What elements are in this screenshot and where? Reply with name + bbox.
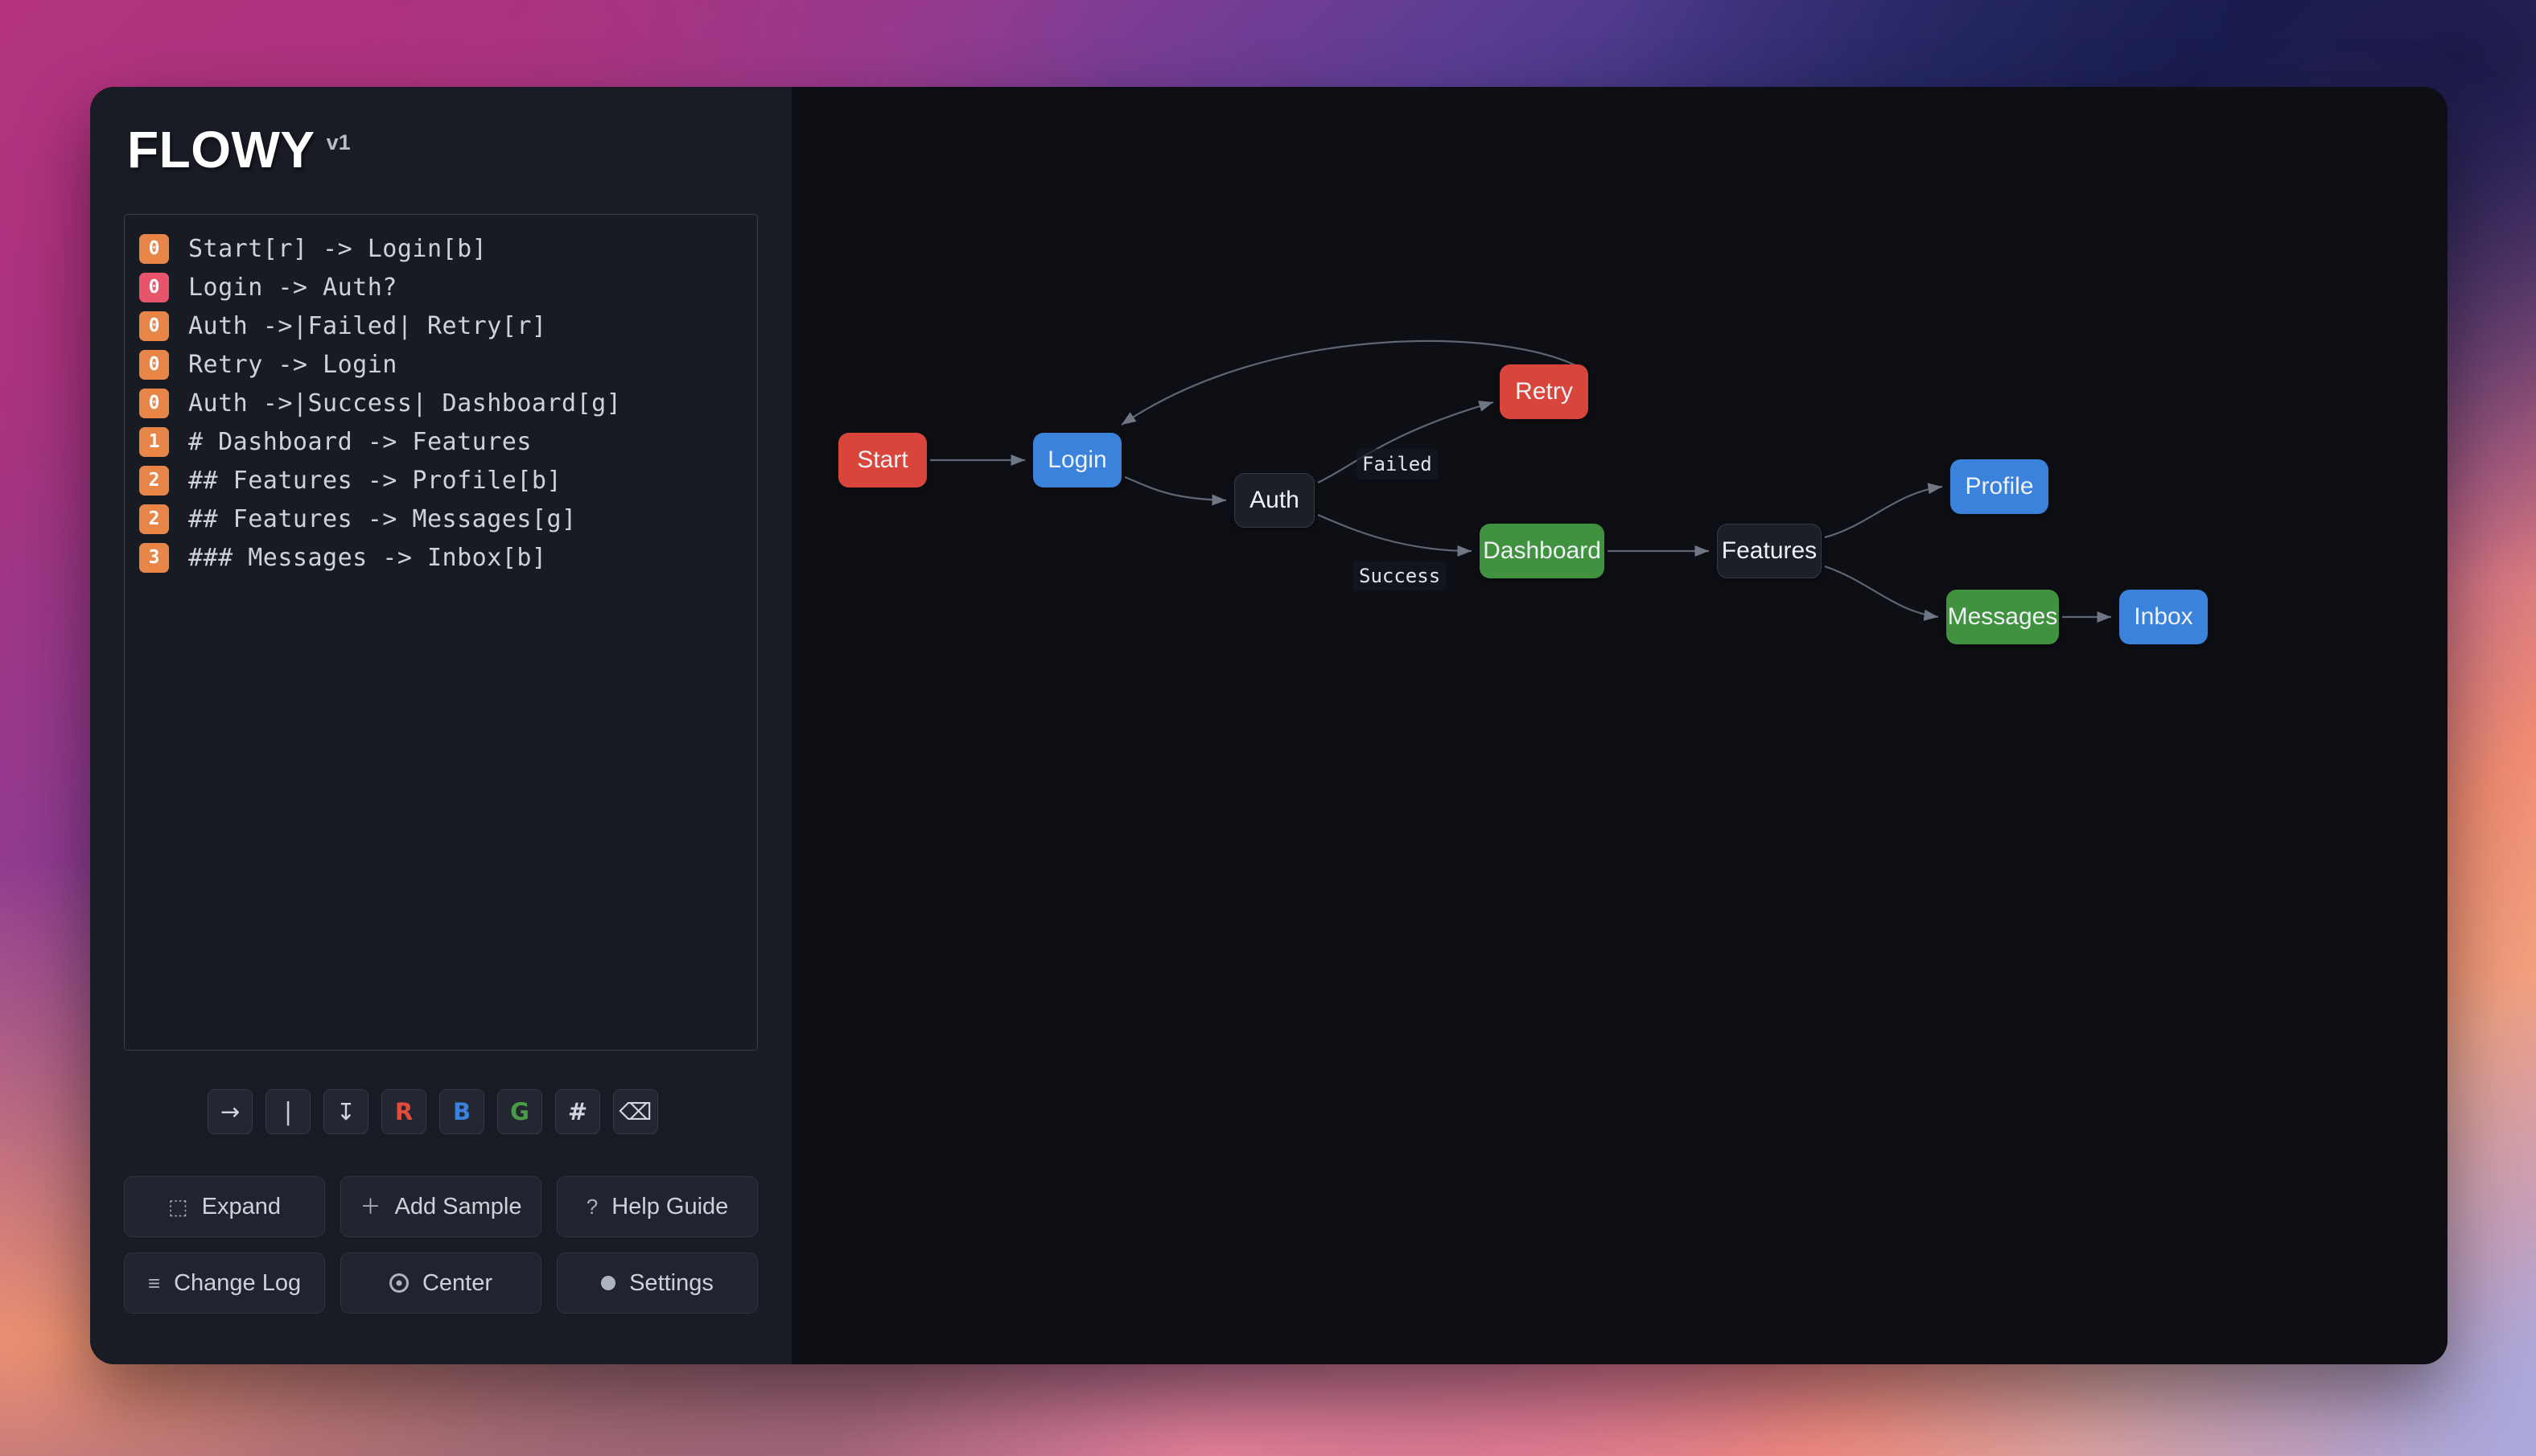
- code-line-text: Retry -> Login: [188, 350, 397, 379]
- gear-icon: [601, 1276, 616, 1290]
- code-line[interactable]: 2 ## Features -> Messages[g]: [125, 500, 757, 538]
- target-icon: [389, 1273, 409, 1293]
- line-number-badge: 0: [139, 311, 169, 341]
- help-guide-button[interactable]: ? Help Guide: [557, 1176, 758, 1237]
- code-line[interactable]: 0 Retry -> Login: [125, 345, 757, 384]
- backspace-icon[interactable]: ⌫: [613, 1089, 658, 1134]
- code-editor[interactable]: 0 Start[r] -> Login[b] 0 Login -> Auth? 0 Aut…: [124, 214, 758, 1051]
- add-sample-button[interactable]: ＋ Add Sample: [340, 1176, 541, 1237]
- list-icon: ≡: [147, 1271, 161, 1295]
- plus-icon: ＋: [360, 1195, 381, 1219]
- app-window: FLOWY v1 0 Start[r] -> Login[b] 0 Login -> …: [90, 87, 2447, 1364]
- line-number-badge: 0: [139, 272, 169, 302]
- graph-node-login[interactable]: Login: [1033, 433, 1122, 487]
- action-row-primary: ⬚ Expand ＋ Add Sample? Help Guide: [124, 1176, 758, 1237]
- line-number-badge: 1: [139, 426, 169, 457]
- version-badge: v1: [326, 130, 351, 154]
- red-token-icon[interactable]: R: [381, 1089, 426, 1134]
- line-number-badge: 0: [139, 388, 169, 418]
- sidebar: FLOWY v1 0 Start[r] -> Login[b] 0 Login -> …: [90, 87, 792, 1364]
- code-line[interactable]: 2 ## Features -> Profile[b]: [125, 461, 757, 500]
- green-token-icon[interactable]: G: [497, 1089, 542, 1134]
- expand-button[interactable]: ⬚ Expand: [124, 1176, 325, 1237]
- code-line[interactable]: 0 Auth ->|Success| Dashboard[g]: [125, 384, 757, 422]
- code-line-text: # Dashboard -> Features: [188, 427, 532, 456]
- edge-label-failed: Failed: [1357, 449, 1438, 479]
- graph-node-profile[interactable]: Profile: [1950, 459, 2048, 514]
- center-button[interactable]: Center: [340, 1252, 541, 1314]
- code-line[interactable]: 1 # Dashboard -> Features: [125, 422, 757, 461]
- code-line-text: ## Features -> Profile[b]: [188, 466, 562, 495]
- brand: FLOWY v1: [124, 124, 758, 175]
- line-number-badge: 0: [139, 233, 169, 264]
- code-line[interactable]: 3 ### Messages -> Inbox[b]: [125, 538, 757, 577]
- code-line[interactable]: 0 Auth ->|Failed| Retry[r]: [125, 306, 757, 345]
- pipe-icon[interactable]: |: [266, 1089, 311, 1134]
- action-button-label: Expand: [201, 1193, 281, 1220]
- hash-icon[interactable]: #: [555, 1089, 600, 1134]
- settings-button[interactable]: Settings: [557, 1252, 758, 1314]
- line-number-badge: 3: [139, 542, 169, 573]
- change-log-button[interactable]: ≡ Change Log: [124, 1252, 325, 1314]
- code-line-text: Login -> Auth?: [188, 273, 397, 302]
- line-number-badge: 0: [139, 349, 169, 380]
- action-button-label: Change Log: [174, 1269, 302, 1296]
- graph-node-auth[interactable]: Auth: [1234, 473, 1315, 528]
- arrow-down-icon[interactable]: ↧: [323, 1089, 368, 1134]
- graph-node-messages[interactable]: Messages: [1946, 590, 2059, 644]
- token-toolbar: → | ↧ R B G # ⌫: [124, 1089, 758, 1134]
- line-number-badge: 2: [139, 465, 169, 496]
- action-buttons: ⬚ Expand ＋ Add Sample? Help Guide ≡ Change Lo…: [124, 1176, 758, 1346]
- action-button-label: Add Sample: [394, 1193, 522, 1220]
- expand-icon: ⬚: [168, 1195, 188, 1219]
- code-line-text: Start[r] -> Login[b]: [188, 234, 488, 263]
- blue-token-icon[interactable]: B: [439, 1089, 484, 1134]
- graph-node-inbox[interactable]: Inbox: [2119, 590, 2208, 644]
- code-line[interactable]: 0 Start[r] -> Login[b]: [125, 229, 757, 268]
- action-button-label: Center: [422, 1269, 493, 1296]
- graph-node-retry[interactable]: Retry: [1500, 364, 1588, 419]
- action-button-label: Help Guide: [611, 1193, 729, 1220]
- action-row-secondary: ≡ Change Log Center Settings: [124, 1252, 758, 1314]
- code-line[interactable]: 0 Login -> Auth?: [125, 268, 757, 306]
- code-line-text: Auth ->|Success| Dashboard[g]: [188, 389, 622, 417]
- graph-node-start[interactable]: Start: [838, 433, 927, 487]
- flow-diagram: Start Login Auth Retry Dashboard Features Prof…: [792, 87, 2447, 1364]
- code-line-text: ## Features -> Messages[g]: [188, 504, 577, 533]
- graph-node-dashboard[interactable]: Dashboard: [1480, 524, 1604, 578]
- arrow-right-icon[interactable]: →: [208, 1089, 253, 1134]
- graph-canvas[interactable]: Start Login Auth Retry Dashboard Features Prof…: [792, 87, 2447, 1364]
- action-button-label: Settings: [629, 1269, 714, 1296]
- edge-label-success: Success: [1353, 561, 1447, 591]
- graph-node-features[interactable]: Features: [1717, 524, 1822, 578]
- line-number-badge: 2: [139, 504, 169, 534]
- code-line-text: Auth ->|Failed| Retry[r]: [188, 311, 547, 340]
- page-title: FLOWY: [127, 121, 315, 179]
- question-icon: ?: [586, 1195, 599, 1219]
- code-line-text: ### Messages -> Inbox[b]: [188, 543, 547, 572]
- edge-layer: [930, 339, 2111, 623]
